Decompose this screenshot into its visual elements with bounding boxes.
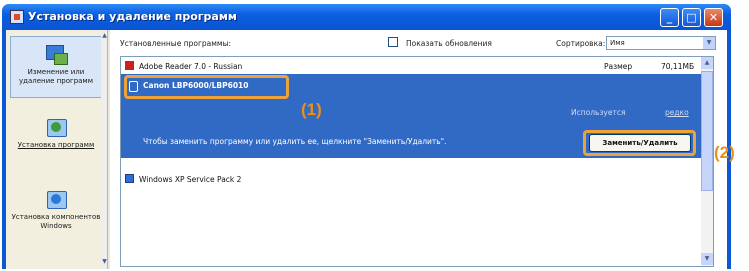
change-remove-button[interactable]: Заменить/Удалить [589, 134, 691, 152]
program-toolbar: Установленные программы: Показать обновл… [110, 30, 727, 56]
show-updates-checkbox[interactable] [388, 37, 398, 47]
sidebar-item-change-remove[interactable]: Изменение или удаление программ [10, 36, 102, 98]
windows-update-icon [125, 174, 134, 183]
maximize-button[interactable]: □ [682, 8, 701, 27]
list-item[interactable]: Windows XP Service Pack 2 [121, 170, 701, 186]
scroll-thumb[interactable] [701, 71, 713, 191]
program-name: Adobe Reader 7.0 - Russian [139, 62, 243, 71]
title-bar[interactable]: Установка и удаление программ _ □ ✕ [2, 4, 731, 30]
scroll-up-icon[interactable]: ▲ [701, 57, 713, 69]
sidebar-item-label: Установка компонентов Windows [11, 213, 101, 230]
usage-value-link[interactable]: редко [665, 108, 689, 117]
close-button[interactable]: ✕ [704, 8, 723, 27]
sort-value: Имя [610, 39, 625, 47]
sidebar: Изменение или удаление программ Установк… [6, 30, 108, 269]
sort-select[interactable]: Имя ▼ [606, 36, 716, 50]
sidebar-item-install[interactable]: Установка программ [10, 110, 102, 160]
show-updates-label[interactable]: Показать обновления [406, 39, 492, 48]
size-label: Размер [604, 62, 633, 71]
size-value: 70,11МБ [661, 62, 695, 71]
program-list: Adobe Reader 7.0 - Russian Размер 70,11М… [120, 56, 714, 267]
minimize-button[interactable]: _ [660, 8, 679, 27]
callout-label: (2) [714, 143, 735, 162]
window-frame: Изменение или удаление программ Установк… [6, 30, 727, 269]
callout-label: (1) [301, 100, 322, 119]
list-item-selected[interactable]: Canon LBP6000/LBP6010 Используется редко… [121, 74, 701, 158]
usage-label: Используется [571, 108, 626, 117]
sidebar-scroll-down-icon[interactable]: ▼ [102, 258, 107, 265]
list-item[interactable]: Adobe Reader 7.0 - Russian Размер 70,11М… [121, 57, 701, 73]
app-icon [10, 10, 24, 24]
window-title: Установка и удаление программ [28, 10, 237, 23]
windows-components-icon [44, 188, 68, 210]
install-programs-icon [44, 116, 68, 138]
sidebar-item-windows-components[interactable]: Установка компонентов Windows [10, 182, 102, 252]
sidebar-item-label: Установка программ [17, 141, 95, 149]
sidebar-scrollbar[interactable] [101, 30, 107, 269]
adobe-reader-icon [125, 61, 134, 70]
program-name: Windows XP Service Pack 2 [139, 175, 242, 184]
window: Установка и удаление программ _ □ ✕ Изме… [2, 4, 731, 269]
scroll-down-icon[interactable]: ▼ [701, 253, 713, 265]
list-scrollbar[interactable]: ▲ ▼ [701, 57, 713, 266]
add-remove-programs-icon [44, 43, 68, 65]
sort-label: Сортировка: [556, 39, 606, 48]
change-remove-hint: Чтобы заменить программу или удалить ее,… [143, 137, 447, 146]
sidebar-scroll-up-icon[interactable]: ▲ [102, 32, 107, 39]
main-content: Установленные программы: Показать обновл… [110, 30, 727, 269]
sidebar-item-label: Изменение или удаление программ [19, 68, 93, 85]
highlight-box [124, 75, 289, 99]
installed-programs-label: Установленные программы: [120, 39, 232, 48]
chevron-down-icon[interactable]: ▼ [703, 37, 715, 49]
